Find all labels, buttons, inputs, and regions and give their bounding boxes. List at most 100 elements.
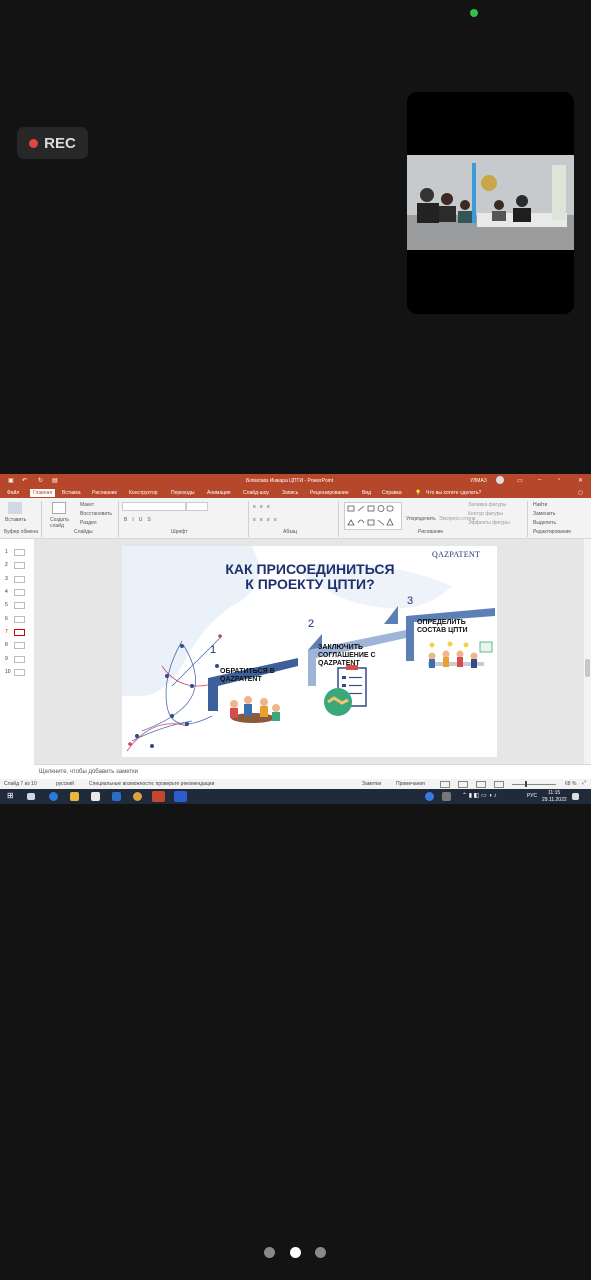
shapes-gallery[interactable] <box>344 502 402 530</box>
slide-thumbnail[interactable] <box>14 576 25 583</box>
tab-view[interactable]: Вид <box>362 490 371 496</box>
slide-thumbnail[interactable] <box>14 616 25 623</box>
slide-sorter-icon[interactable] <box>458 781 468 788</box>
align-icons[interactable]: ≡≡≡≡ <box>253 517 281 523</box>
clock-time[interactable]: 11:15 <box>548 790 560 796</box>
tab-file[interactable]: Файл <box>7 490 19 496</box>
slide-thumbnail[interactable] <box>14 656 25 663</box>
page-indicator-dot[interactable] <box>264 1247 275 1258</box>
scroll-thumb[interactable] <box>585 659 590 677</box>
paste-icon[interactable] <box>8 502 22 514</box>
participant-video-tile[interactable] <box>407 92 574 314</box>
reading-view-icon[interactable] <box>476 781 486 788</box>
thumbnail-number[interactable]: 6 <box>5 616 8 622</box>
undo-icon[interactable]: ↶ <box>22 477 27 484</box>
powerpoint-icon[interactable] <box>152 791 165 802</box>
edge-icon[interactable] <box>49 792 58 801</box>
zoom-slider-thumb[interactable] <box>525 781 527 787</box>
find-button[interactable]: Найти <box>533 502 547 508</box>
slide-thumbnail[interactable] <box>14 669 25 676</box>
new-slide-button[interactable]: Создать слайд <box>50 517 72 529</box>
present-icon[interactable]: ▤ <box>52 477 58 484</box>
new-slide-icon[interactable] <box>52 502 66 514</box>
zoom-level[interactable]: 68 % <box>565 781 576 787</box>
ribbon-display-icon[interactable]: ▭ <box>517 477 523 484</box>
paste-button[interactable]: Вставить <box>5 517 26 523</box>
thumbnail-number[interactable]: 10 <box>5 669 11 675</box>
shape-effects-button[interactable]: Эффекты фигуры <box>468 520 510 526</box>
page-indicator-dot-active[interactable] <box>290 1247 301 1258</box>
zoom-app-icon[interactable] <box>174 791 187 802</box>
tray-expand-icon[interactable]: ⌃ ▮ ◧ ▭ ◑ ♪ <box>462 792 497 799</box>
font-size-select[interactable] <box>186 502 208 511</box>
tab-review[interactable]: Рецензирование <box>310 490 349 496</box>
slide-thumbnail[interactable] <box>14 642 25 649</box>
slide-thumbnail[interactable] <box>14 549 25 556</box>
thumbnail-number[interactable]: 1 <box>5 549 8 555</box>
tab-insert[interactable]: Вставка <box>62 490 81 496</box>
replace-button[interactable]: Заменить <box>533 511 555 517</box>
tab-draw[interactable]: Рисование <box>92 490 117 496</box>
tab-home[interactable]: Главная <box>30 489 56 497</box>
comments-toggle[interactable]: Примечания <box>396 781 425 787</box>
tell-me-search[interactable]: Что вы хотите сделать? <box>426 490 481 496</box>
close-icon[interactable]: ✕ <box>578 477 583 484</box>
windows-start-icon[interactable]: ⊞ <box>7 791 16 800</box>
file-explorer-icon[interactable] <box>70 792 79 801</box>
zoom-slider[interactable] <box>512 784 556 785</box>
chrome-icon[interactable] <box>133 792 142 801</box>
font-format-icons[interactable]: BIUS <box>124 517 156 523</box>
section-button[interactable]: Раздел <box>80 520 97 526</box>
avatar[interactable] <box>496 476 504 484</box>
maximize-icon[interactable]: ▫ <box>558 477 560 483</box>
normal-view-icon[interactable] <box>440 781 450 788</box>
accessibility-status[interactable]: Специальные возможности: проверьте реком… <box>89 781 214 787</box>
thumbnail-number[interactable]: 3 <box>5 576 8 582</box>
thumbnail-number[interactable]: 2 <box>5 562 8 568</box>
tray-app-icon[interactable] <box>425 792 434 801</box>
tab-slideshow[interactable]: Слайд-шоу <box>243 490 269 496</box>
thumbnail-number[interactable]: 8 <box>5 642 8 648</box>
comments-icon[interactable]: ▢ <box>578 490 583 496</box>
tab-animations[interactable]: Анимация <box>207 490 230 496</box>
notes-pane[interactable]: Щелкните, чтобы добавить заметки <box>34 764 591 780</box>
save-icon[interactable]: ▣ <box>8 477 14 484</box>
redo-icon[interactable]: ↻ <box>38 477 43 484</box>
slide-thumbnail[interactable] <box>14 562 25 569</box>
user-name[interactable]: УЛМАЗ <box>470 478 487 484</box>
store-icon[interactable] <box>91 792 100 801</box>
mail-icon[interactable] <box>112 792 121 801</box>
tab-transitions[interactable]: Переходы <box>171 490 194 496</box>
select-button[interactable]: Выделить <box>533 520 556 526</box>
slide-thumbnail[interactable] <box>14 589 25 596</box>
tab-record[interactable]: Запись <box>282 490 298 496</box>
keyboard-language[interactable]: РУС <box>527 793 537 799</box>
slide-thumbnail[interactable] <box>14 602 25 609</box>
keyboard-icon[interactable] <box>442 792 451 801</box>
thumbnail-number[interactable]: 4 <box>5 589 8 595</box>
thumbnail-number[interactable]: 9 <box>5 656 8 662</box>
notifications-icon[interactable] <box>572 793 579 800</box>
task-view-icon[interactable] <box>27 793 35 800</box>
thumbnail-number-current[interactable]: 7 <box>5 629 8 635</box>
page-indicator-dot[interactable] <box>315 1247 326 1258</box>
vertical-scrollbar[interactable] <box>584 539 591 764</box>
notes-toggle[interactable]: Заметки <box>362 781 381 787</box>
thumbnail-number[interactable]: 5 <box>5 602 8 608</box>
fit-to-window-icon[interactable]: ⤢ <box>582 780 586 786</box>
slideshow-view-icon[interactable] <box>494 781 504 788</box>
font-name-select[interactable] <box>122 502 186 511</box>
layout-button[interactable]: Макет <box>80 502 94 508</box>
arrange-button[interactable]: Упорядочить <box>406 516 436 522</box>
tab-design[interactable]: Конструктор <box>129 490 158 496</box>
shape-outline-button[interactable]: Контур фигуры <box>468 511 503 517</box>
minimize-icon[interactable]: – <box>538 477 541 483</box>
slide-thumbnail-current[interactable] <box>14 629 25 636</box>
shape-fill-button[interactable]: Заливка фигуры <box>468 502 506 508</box>
reset-button[interactable]: Восстановить <box>80 511 112 517</box>
language-status[interactable]: русский <box>56 781 74 787</box>
list-icons[interactable]: ≡≡≡ <box>253 504 274 510</box>
clock-date[interactable]: 29.11.2022 <box>542 797 567 803</box>
tab-help[interactable]: Справка <box>382 490 402 496</box>
slide[interactable]: КАК ПРИСОЕДИНИТЬСЯ К ПРОЕКТУ ЦПТИ? QAZPA… <box>122 546 497 757</box>
